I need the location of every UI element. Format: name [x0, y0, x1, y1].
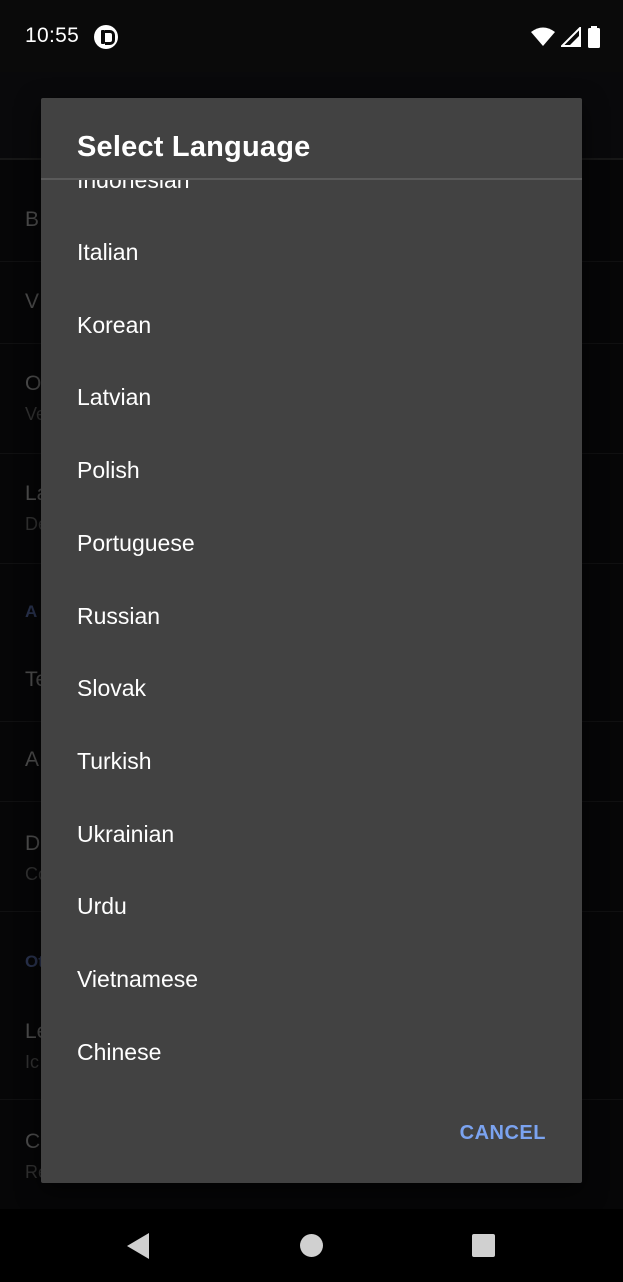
language-option-chinese[interactable]: Chinese	[41, 1016, 582, 1088]
language-option-latvian[interactable]: Latvian	[41, 361, 582, 433]
language-label: Urdu	[77, 893, 127, 919]
language-label: Ukrainian	[77, 821, 175, 847]
language-label: Slovak	[77, 675, 147, 701]
language-label: Turkish	[77, 748, 152, 774]
language-option-italian[interactable]: Italian	[41, 216, 582, 288]
battery-icon	[588, 26, 600, 48]
language-option-ukrainian[interactable]: Ukrainian	[41, 798, 582, 870]
language-option-urdu[interactable]: Urdu	[41, 870, 582, 942]
language-label: Chinese	[77, 1039, 162, 1065]
status-bar: 10:55	[0, 0, 623, 72]
cellular-signal-icon	[561, 27, 581, 47]
language-option-indonesian[interactable]: Indonesian	[41, 180, 582, 216]
language-option-vietnamese[interactable]: Vietnamese	[41, 943, 582, 1015]
language-label: Polish	[77, 457, 140, 483]
recents-icon[interactable]	[472, 1234, 495, 1257]
language-option-polish[interactable]: Polish	[41, 434, 582, 506]
language-option-turkish[interactable]: Turkish	[41, 725, 582, 797]
status-time: 10:55	[25, 24, 80, 47]
app-notification-icon	[94, 25, 118, 49]
home-icon[interactable]	[300, 1234, 323, 1257]
language-label: Vietnamese	[77, 966, 199, 992]
language-label: Korean	[77, 312, 152, 338]
language-option-korean[interactable]: Korean	[41, 289, 582, 361]
language-label: Russian	[77, 603, 161, 629]
status-icons	[531, 26, 601, 48]
dialog-title: Select Language	[77, 131, 311, 163]
language-list[interactable]: Indonesian Italian Korean Latvian Polish…	[41, 180, 582, 1092]
language-label: Italian	[77, 239, 139, 265]
wifi-icon	[531, 27, 555, 46]
language-label: Indonesian	[77, 180, 190, 193]
language-option-slovak[interactable]: Slovak	[41, 652, 582, 724]
language-label: Portuguese	[77, 530, 195, 556]
language-option-russian[interactable]: Russian	[41, 580, 582, 652]
language-label: Latvian	[77, 384, 152, 410]
back-icon[interactable]	[127, 1233, 149, 1259]
cancel-button[interactable]: CANCEL	[460, 1122, 546, 1145]
select-language-dialog: Select Language Indonesian Italian Korea…	[41, 98, 582, 1183]
language-option-portuguese[interactable]: Portuguese	[41, 507, 582, 579]
navigation-bar	[0, 1209, 623, 1282]
